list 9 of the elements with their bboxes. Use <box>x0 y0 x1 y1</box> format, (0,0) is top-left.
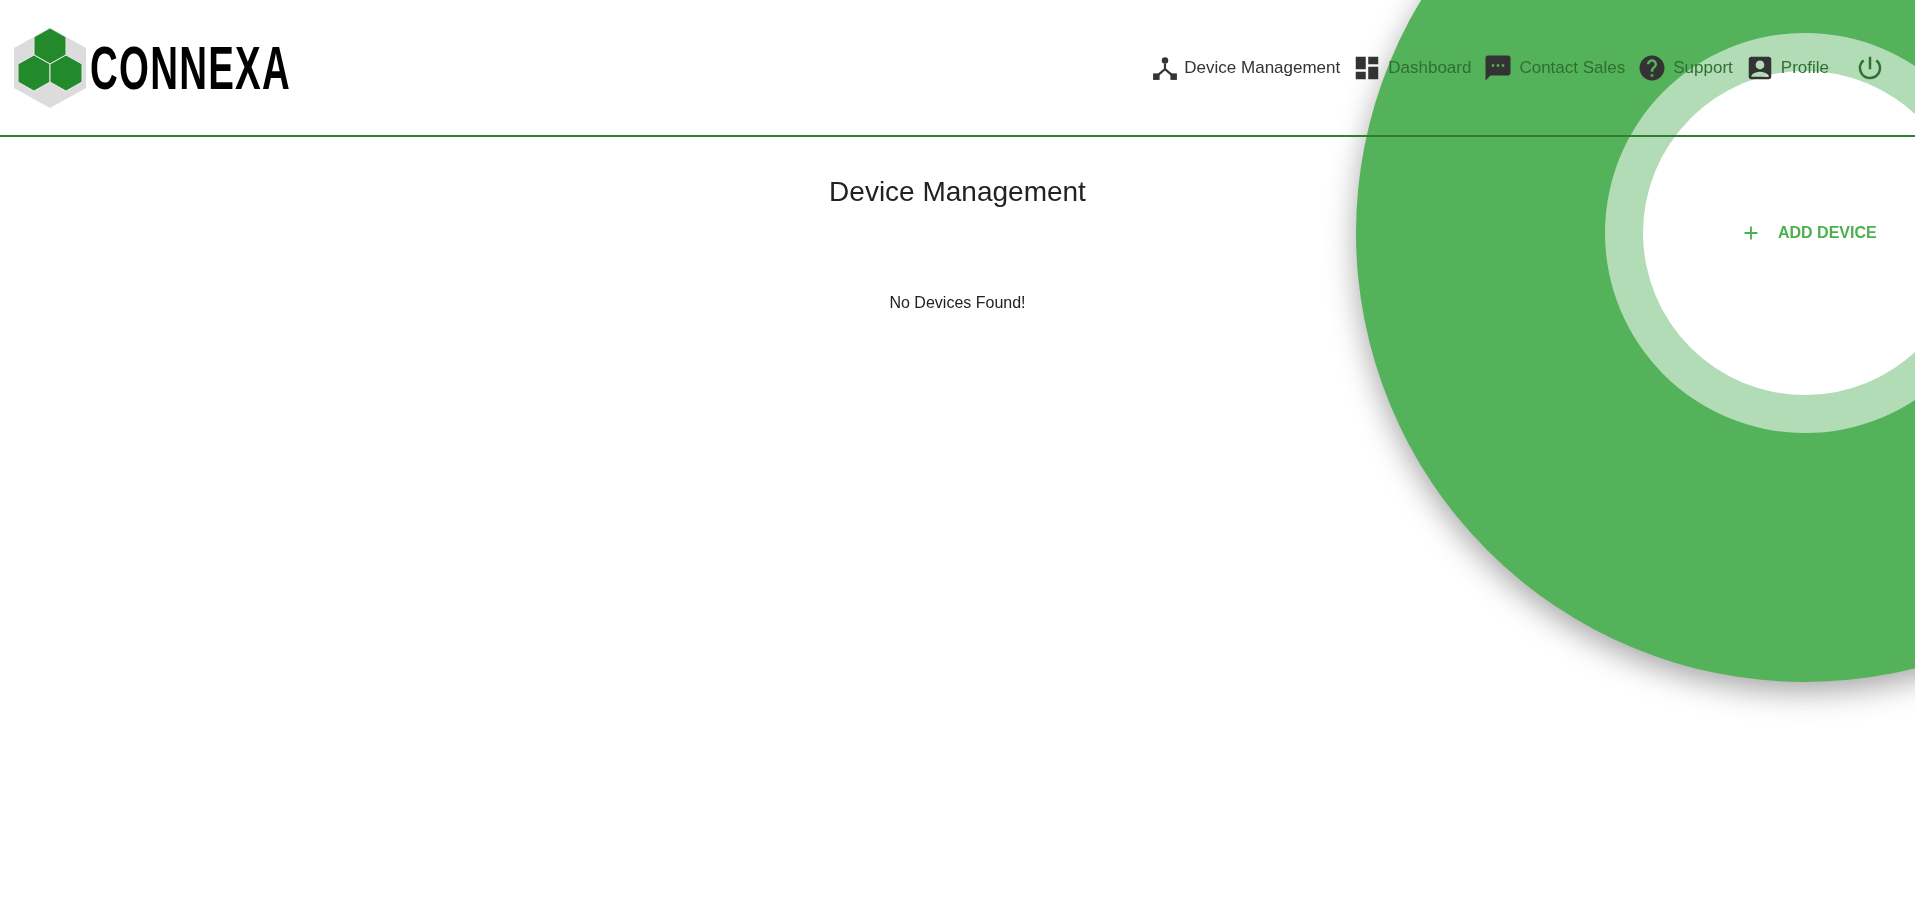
nav-link[interactable]: Contact Sales <box>1483 52 1626 83</box>
nav-link[interactable]: Profile <box>1744 52 1829 83</box>
nav-link[interactable]: Device Management <box>1152 54 1341 81</box>
network-icon <box>1152 54 1179 81</box>
empty-message: No Devices Found! <box>889 293 1026 313</box>
page-title: Device Management <box>829 175 1086 209</box>
add-device-button[interactable]: ADD DEVICE <box>1730 215 1887 251</box>
logo-text: CONNEXA <box>90 36 291 99</box>
nav-link[interactable]: Dashboard <box>1352 52 1472 83</box>
